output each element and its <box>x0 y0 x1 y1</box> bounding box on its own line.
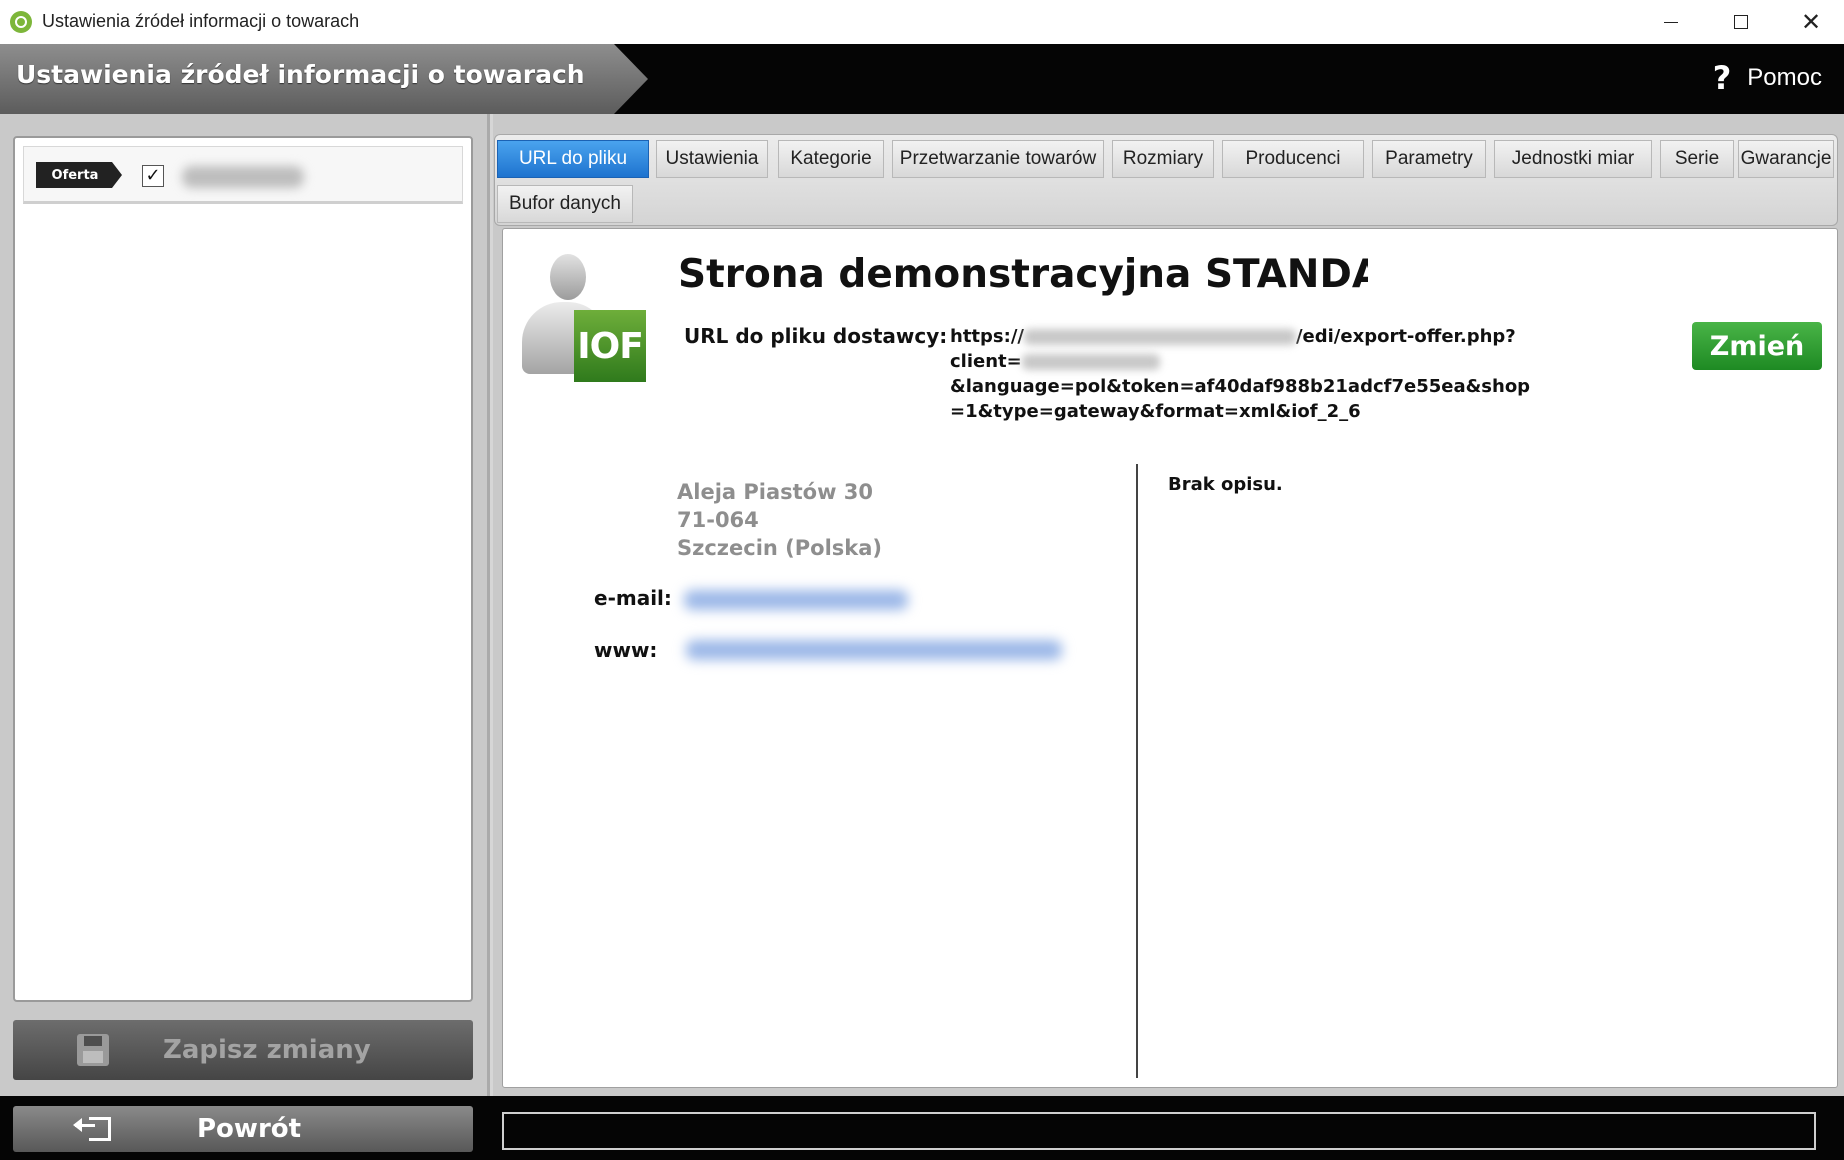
url-part-3: client= <box>950 351 1022 372</box>
tab-serie[interactable]: Serie <box>1660 140 1734 178</box>
page-title: Ustawienia źródeł informacji o towarach <box>16 60 585 89</box>
tab-ustawienia[interactable]: Ustawienia <box>656 140 768 178</box>
floppy-disk-icon <box>77 1034 109 1066</box>
address-street: Aleja Piastów 30 <box>677 480 874 504</box>
redacted-client <box>1021 354 1160 370</box>
tab-producenci[interactable]: Producenci <box>1222 140 1364 178</box>
change-url-button[interactable]: Zmień <box>1692 322 1822 370</box>
source-title: Strona demonstracyjna STANDARD <box>678 252 1368 297</box>
tab-bufor-danych[interactable]: Bufor danych <box>497 185 633 223</box>
exit-arrow-icon <box>73 1115 111 1143</box>
window-title: Ustawienia źródeł informacji o towarach <box>42 11 360 31</box>
tab-rozmiary[interactable]: Rozmiary <box>1112 140 1214 178</box>
tab-kategorie[interactable]: Kategorie <box>778 140 884 178</box>
url-value: https:// /edi/export-offer.php? client= &l… <box>950 324 1686 424</box>
iof-logo-icon: IOF <box>574 310 646 382</box>
redacted-www-link[interactable] <box>686 640 1062 660</box>
offer-tag: Oferta <box>36 162 122 188</box>
redacted-domain <box>1023 329 1296 345</box>
url-part-1: https:// <box>950 326 1024 347</box>
tab-jednostki-miar[interactable]: Jednostki miar <box>1494 140 1652 178</box>
save-changes-button[interactable]: Zapisz zmiany <box>13 1020 473 1080</box>
email-label: e-mail: <box>594 586 672 610</box>
url-part-2: /edi/export-offer.php? <box>1295 326 1516 347</box>
address-postal: 71-064 <box>677 508 759 532</box>
left-panel: Oferta ✓ Zapisz zmiany <box>0 114 490 1096</box>
avatar-head <box>550 254 586 300</box>
url-label: URL do pliku dostawcy: <box>684 324 948 348</box>
maximize-icon <box>1734 15 1748 29</box>
minimize-button[interactable] <box>1636 0 1706 44</box>
minimize-icon <box>1664 21 1678 23</box>
column-divider <box>1136 464 1138 1078</box>
url-part-4: &language=pol&token=af40daf988b21adcf7e5… <box>950 376 1531 397</box>
maximize-button[interactable] <box>1706 0 1776 44</box>
window-titlebar: Ustawienia źródeł informacji o towarach … <box>0 0 1844 44</box>
supplier-address: Aleja Piastów 30 71-064 Szczecin (Polska… <box>677 478 882 562</box>
tab-url-do-pliku[interactable]: URL do pliku <box>497 140 649 178</box>
back-label: Powrót <box>197 1114 302 1144</box>
help-button[interactable]: ? Pomoc <box>1713 62 1822 94</box>
help-icon: ? <box>1712 59 1732 97</box>
source-list: Oferta ✓ <box>13 136 473 1002</box>
redacted-email-link[interactable] <box>684 590 908 610</box>
source-checkbox[interactable]: ✓ <box>142 165 164 187</box>
www-label: www: <box>594 638 658 662</box>
source-description: Brak opisu. <box>1168 474 1283 495</box>
address-city: Szczecin (Polska) <box>677 536 883 560</box>
app-icon <box>10 11 32 33</box>
save-changes-label: Zapisz zmiany <box>163 1035 371 1065</box>
url-part-5: =1&type=gateway&format=xml&iof_2_6 <box>950 401 1361 422</box>
list-item[interactable]: Oferta ✓ <box>23 146 463 204</box>
help-label: Pomoc <box>1747 64 1822 91</box>
back-button[interactable]: Powrót <box>13 1106 473 1152</box>
tab-parametry[interactable]: Parametry <box>1372 140 1486 178</box>
status-field <box>502 1112 1816 1150</box>
redacted-source-name <box>182 166 304 188</box>
tab-gwarancje[interactable]: Gwarancje <box>1738 140 1834 178</box>
close-button[interactable]: ✕ <box>1776 0 1844 44</box>
close-icon: ✕ <box>1800 8 1822 36</box>
page-header: Ustawienia źródeł informacji o towarach … <box>0 44 1844 114</box>
tab-przetwarzanie-towarow[interactable]: Przetwarzanie towarów <box>892 140 1104 178</box>
